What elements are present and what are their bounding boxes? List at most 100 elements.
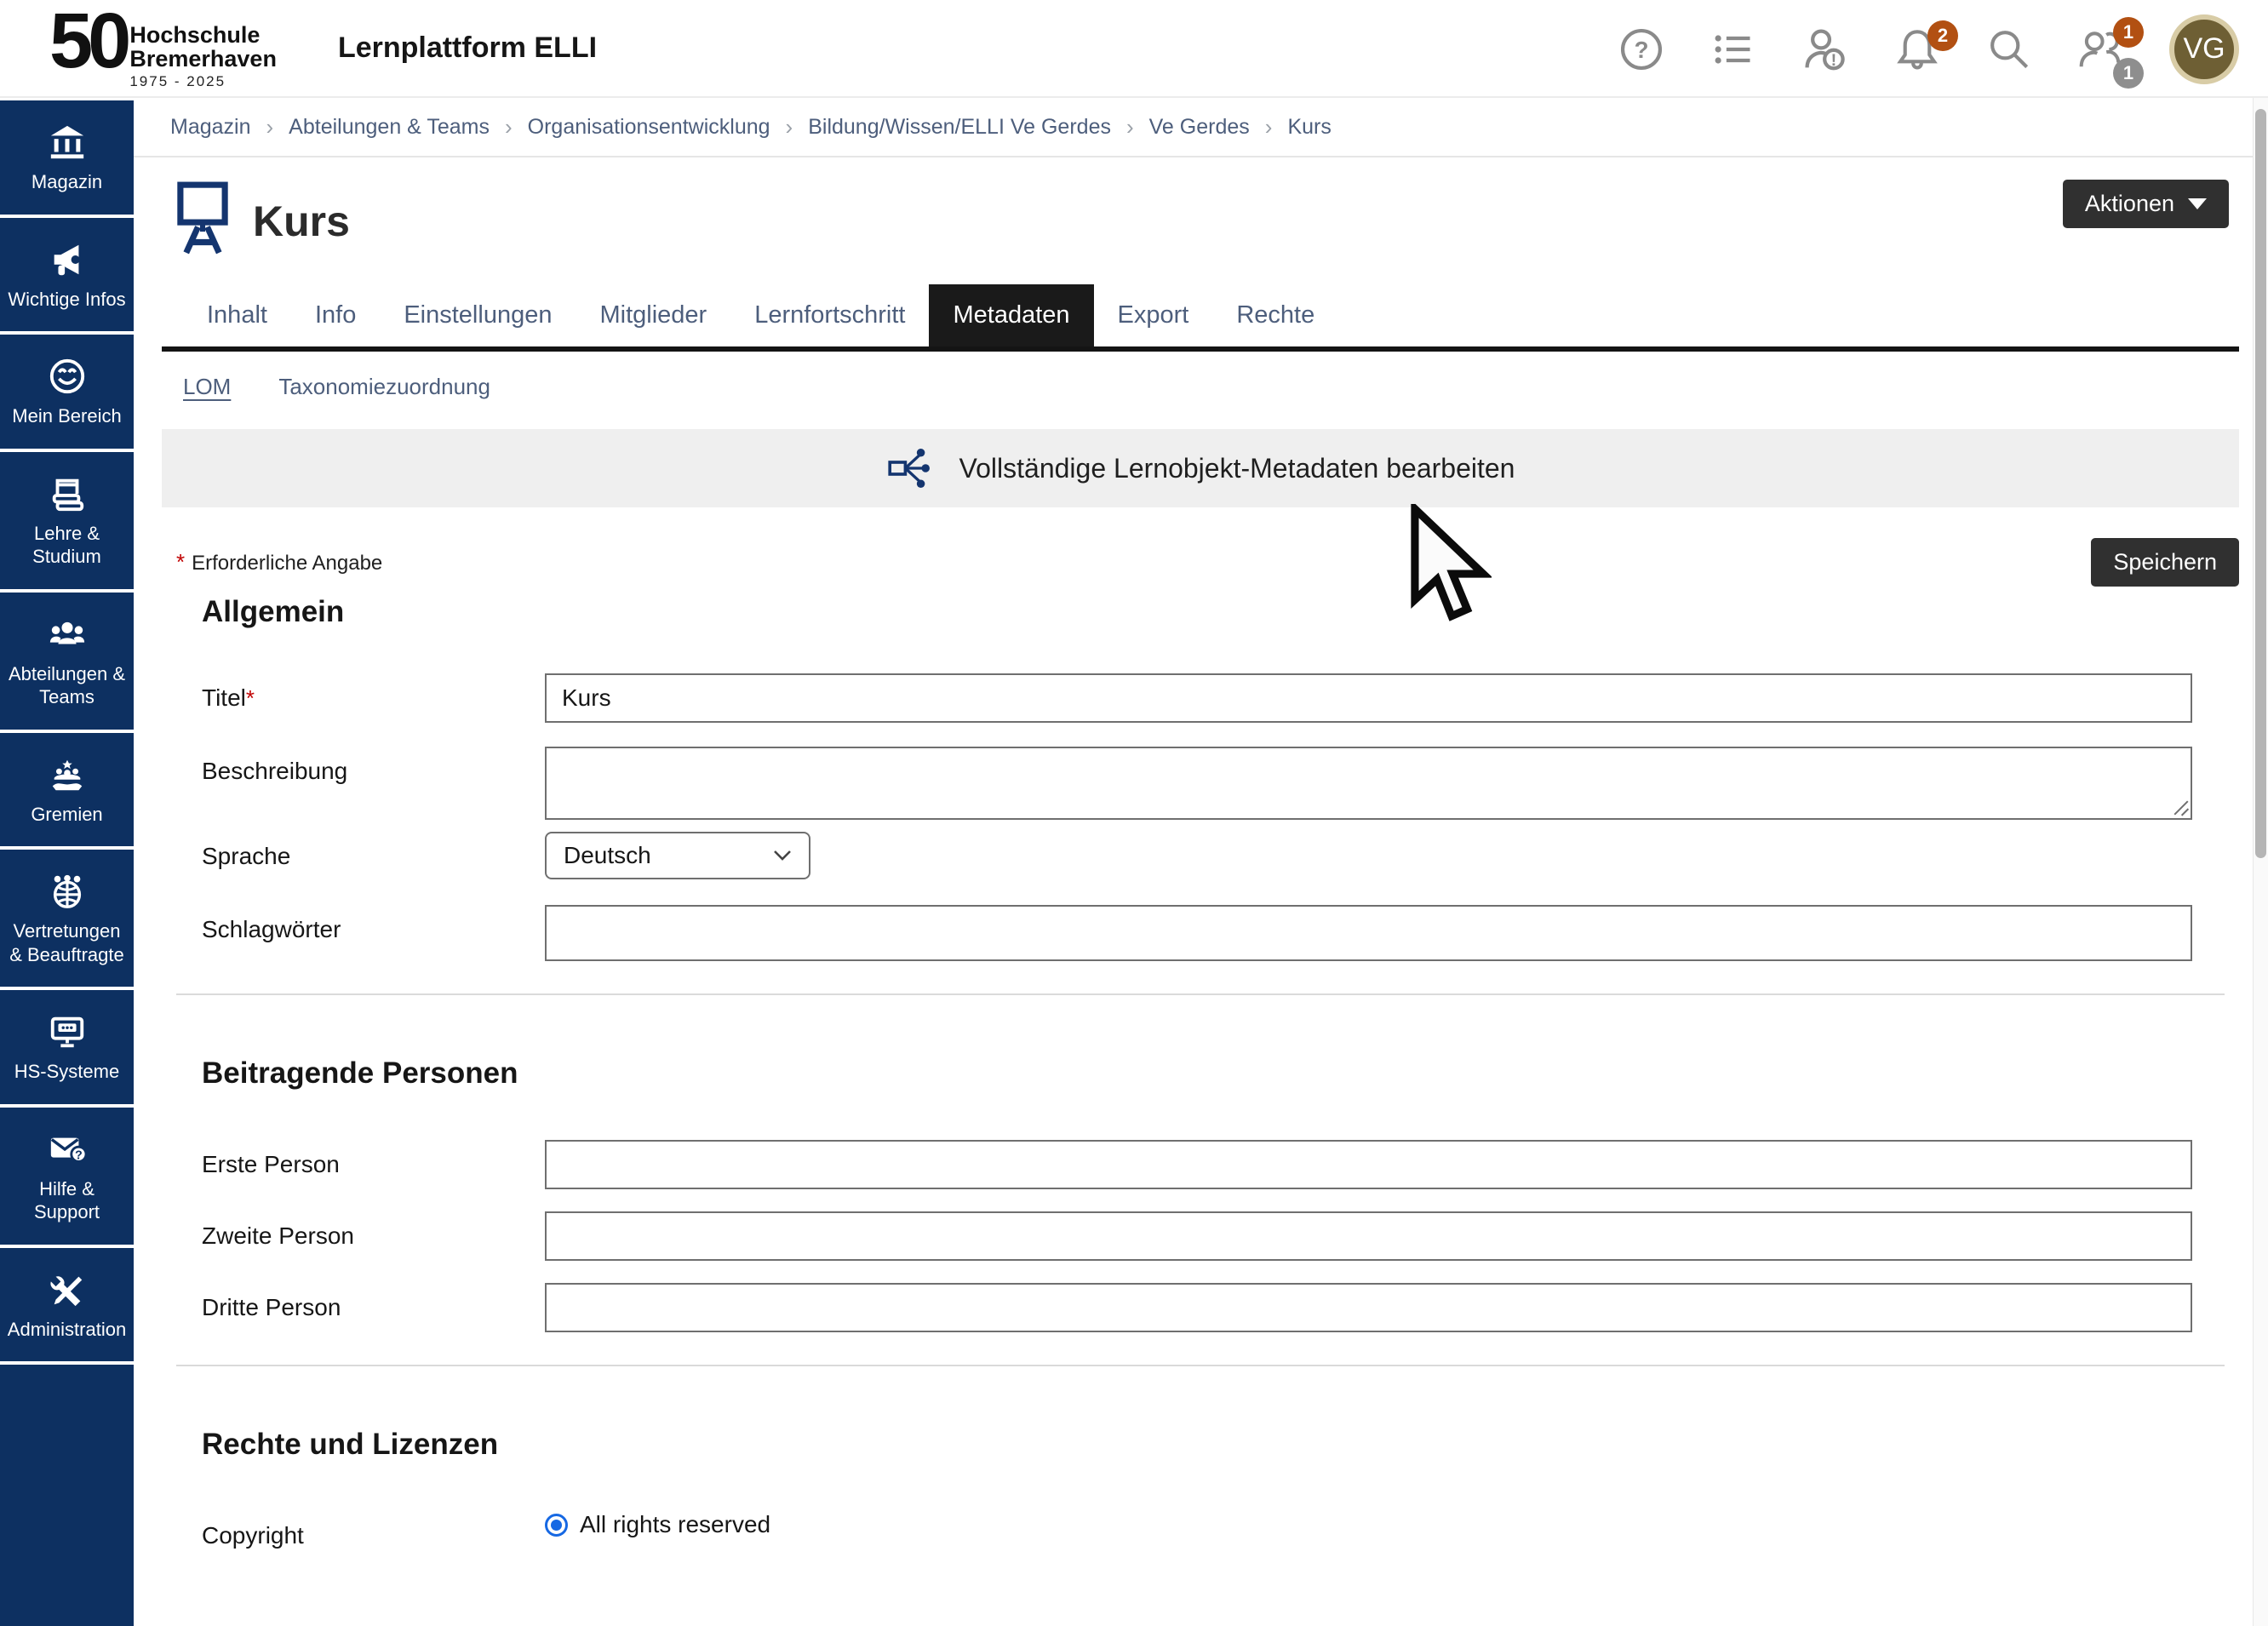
zweite-person-input[interactable] xyxy=(545,1211,2192,1261)
platform-title: Lernplattform ELLI xyxy=(338,31,597,65)
speichern-button[interactable]: Speichern xyxy=(2091,538,2239,587)
page-title: Kurs xyxy=(253,197,350,246)
sprache-select[interactable]: Deutsch xyxy=(545,832,810,879)
titel-required-asterisk: * xyxy=(246,685,255,711)
sidebar-item-label: Lehre & Studium xyxy=(5,522,129,569)
breadcrumb-item-bildung-wissen[interactable]: Bildung/Wissen/ELLI Ve Gerdes xyxy=(808,115,1111,140)
svg-text:?: ? xyxy=(1635,36,1649,62)
erste-person-input[interactable] xyxy=(545,1140,2192,1189)
list-menu-icon[interactable] xyxy=(1710,26,1757,73)
logo-50: 50 xyxy=(49,6,126,77)
breadcrumb-separator: › xyxy=(786,114,793,140)
breadcrumb-separator: › xyxy=(1265,114,1273,140)
sidebar-item-label: Mein Bereich xyxy=(12,404,121,428)
tools-icon xyxy=(48,1270,87,1309)
breadcrumb-item-abteilungen[interactable]: Abteilungen & Teams xyxy=(289,115,490,140)
copyright-label: Copyright xyxy=(162,1511,545,1549)
sidebar-item-wichtige-infos[interactable]: Wichtige Infos xyxy=(0,218,134,332)
sidebar-item-administration[interactable]: Administration xyxy=(0,1248,134,1362)
sidebar-item-label: Magazin xyxy=(32,170,102,194)
university-logo[interactable]: 50 Hochschule Bremerhaven 1975 - 2025 xyxy=(49,6,277,91)
required-note: *Erforderliche Angabe xyxy=(176,549,382,575)
section-allgemein: Allgemein xyxy=(202,595,2239,629)
avatar[interactable]: VG xyxy=(2169,14,2239,84)
beschreibung-label: Beschreibung xyxy=(162,747,545,785)
main-area: Magazin › Abteilungen & Teams › Organisa… xyxy=(134,98,2268,1626)
divider xyxy=(176,993,2225,995)
schlagwoerter-label: Schlagwörter xyxy=(162,905,545,943)
tab-lernfortschritt[interactable]: Lernfortschritt xyxy=(730,284,929,346)
breadcrumb-item-magazin[interactable]: Magazin xyxy=(170,115,251,140)
subtab-lom[interactable]: LOM xyxy=(183,374,231,400)
scrollbar-thumb[interactable] xyxy=(2255,109,2266,858)
committee-icon xyxy=(48,755,87,794)
section-beitragende-personen: Beitragende Personen xyxy=(202,1056,2239,1091)
dritte-person-label: Dritte Person xyxy=(162,1283,545,1321)
contacts-icon[interactable]: 1 1 xyxy=(2077,26,2125,73)
tab-metadaten[interactable]: Metadaten xyxy=(929,284,1093,346)
titel-input[interactable] xyxy=(545,673,2192,723)
banner-label: Vollständige Lernobjekt-Metadaten bearbe… xyxy=(959,453,1515,484)
sidebar-item-label: HS-Systeme xyxy=(14,1060,119,1084)
smiley-icon xyxy=(48,357,87,396)
svg-text:!: ! xyxy=(1831,50,1837,69)
subtab-bar: LOM Taxonomiezuordnung xyxy=(134,374,2268,400)
sprache-selected-value: Deutsch xyxy=(564,842,651,869)
tab-mitglieder[interactable]: Mitglieder xyxy=(576,284,730,346)
sidebar-item-lehre-studium[interactable]: Lehre & Studium xyxy=(0,452,134,589)
megaphone-icon xyxy=(48,240,87,279)
logo-years: 1975 - 2025 xyxy=(129,73,277,90)
top-header: 50 Hochschule Bremerhaven 1975 - 2025 Le… xyxy=(0,0,2268,98)
globe-people-icon xyxy=(48,872,87,911)
sidebar-item-label: Abteilungen & Teams xyxy=(5,662,129,709)
copyright-radio[interactable] xyxy=(545,1514,568,1537)
breadcrumb: Magazin › Abteilungen & Teams › Organisa… xyxy=(134,98,2268,157)
bell-badge: 2 xyxy=(1927,20,1958,51)
notifications-bell-icon[interactable]: 2 xyxy=(1893,26,1941,73)
app-window: 50 Hochschule Bremerhaven 1975 - 2025 Le… xyxy=(0,0,2268,1626)
sidebar-item-magazin[interactable]: Magazin xyxy=(0,100,134,215)
aktionen-button[interactable]: Aktionen xyxy=(2063,180,2229,228)
sidebar-item-hs-systeme[interactable]: HS-Systeme xyxy=(0,990,134,1104)
contacts-badge-bottom: 1 xyxy=(2113,58,2144,89)
tab-bar: Inhalt Info Einstellungen Mitglieder Ler… xyxy=(162,284,2239,352)
tab-inhalt[interactable]: Inhalt xyxy=(183,284,291,346)
subtab-taxonomiezuordnung[interactable]: Taxonomiezuordnung xyxy=(278,374,490,400)
sidebar-item-label: Administration xyxy=(8,1318,126,1342)
tab-export[interactable]: Export xyxy=(1094,284,1213,346)
dritte-person-input[interactable] xyxy=(545,1283,2192,1332)
sidebar-item-label: Wichtige Infos xyxy=(8,288,125,312)
erste-person-label: Erste Person xyxy=(162,1140,545,1178)
svg-text:?: ? xyxy=(75,1148,83,1162)
schlagwoerter-input[interactable] xyxy=(545,905,2192,961)
tab-info[interactable]: Info xyxy=(291,284,380,346)
tab-rechte[interactable]: Rechte xyxy=(1212,284,1338,346)
sidebar-item-label: Hilfe & Support xyxy=(5,1177,129,1224)
sidebar-item-label: Gremien xyxy=(31,803,102,827)
breadcrumb-item-ve-gerdes[interactable]: Ve Gerdes xyxy=(1149,115,1250,140)
contacts-badge-top: 1 xyxy=(2113,17,2144,48)
edit-full-metadata-banner[interactable]: Vollständige Lernobjekt-Metadaten bearbe… xyxy=(162,429,2239,507)
beschreibung-textarea[interactable] xyxy=(545,747,2192,820)
tab-einstellungen[interactable]: Einstellungen xyxy=(380,284,576,346)
chevron-down-icon xyxy=(2188,198,2207,209)
sidebar-item-abteilungen-teams[interactable]: Abteilungen & Teams xyxy=(0,593,134,730)
books-icon xyxy=(48,474,87,513)
breadcrumb-item-kurs[interactable]: Kurs xyxy=(1287,115,1331,140)
help-icon[interactable]: ? xyxy=(1618,26,1665,73)
sidebar-filler xyxy=(0,1365,134,1626)
logo-line2: Bremerhaven xyxy=(129,47,277,71)
copyright-option-label: All rights reserved xyxy=(580,1511,770,1538)
sidebar-item-hilfe-support[interactable]: ? Hilfe & Support xyxy=(0,1108,134,1245)
sidebar-item-mein-bereich[interactable]: Mein Bereich xyxy=(0,335,134,449)
chevron-down-icon xyxy=(773,850,792,862)
scrollbar-track[interactable] xyxy=(2253,98,2268,1626)
titel-label: Titel* xyxy=(162,673,545,712)
user-status-icon[interactable]: ! xyxy=(1801,26,1849,73)
resize-handle[interactable] xyxy=(2170,798,2189,816)
sidebar-item-gremien[interactable]: Gremien xyxy=(0,733,134,847)
sidebar-item-vertretungen[interactable]: Vertretungen & Beauftragte xyxy=(0,850,134,987)
breadcrumb-item-organisationsentwicklung[interactable]: Organisationsentwicklung xyxy=(528,115,770,140)
section-rechte-lizenzen: Rechte und Lizenzen xyxy=(202,1428,2239,1462)
search-icon[interactable] xyxy=(1985,26,2033,73)
